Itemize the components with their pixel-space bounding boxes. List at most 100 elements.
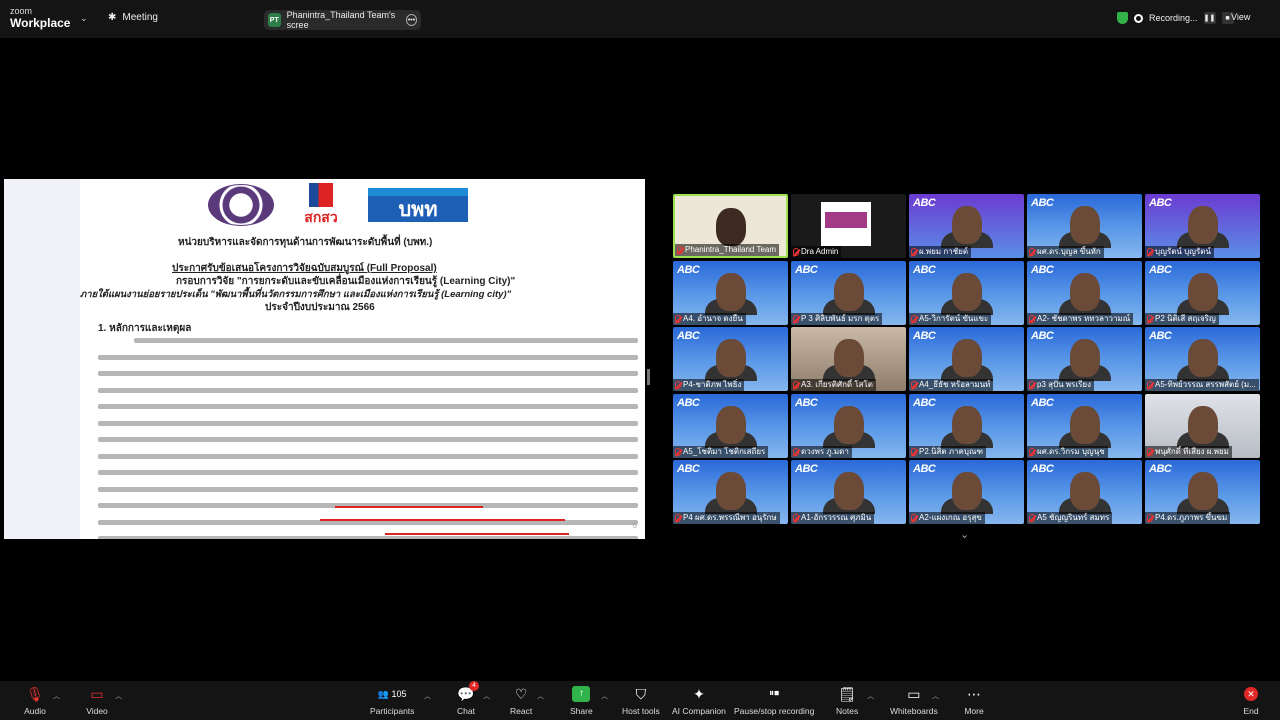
chevron-up-icon[interactable]: ︿	[867, 691, 874, 701]
participant-tile[interactable]: ABC ดวงพร ภู.มดา	[791, 393, 906, 458]
chevron-up-icon[interactable]: ︿	[537, 691, 544, 701]
participant-face	[1069, 472, 1100, 510]
participant-name-tag: P4 ผศ.ดร.พรรณีพา อนุรักษ	[673, 512, 780, 524]
participant-name-tag: Phanintra_Thailand Team	[675, 244, 780, 256]
participants-button[interactable]: 👥 105 Participants	[370, 684, 414, 716]
participant-tile[interactable]: พนุศักดิ์ ทีเสียง ผ.พยม	[1145, 393, 1260, 458]
participant-tile[interactable]: ABC ผศ.ดร.บุญล ขึ้นหัก	[1027, 194, 1142, 258]
participant-tile[interactable]: ABC A4_ธีธัช หร้อลามนท์	[909, 327, 1024, 391]
participant-video	[715, 208, 746, 246]
view-button[interactable]: View	[1231, 12, 1250, 22]
meeting-info[interactable]: ✱ Meeting	[108, 12, 158, 23]
share-button[interactable]: ↑ Share	[570, 684, 593, 716]
abc-logo: ABC	[1031, 463, 1054, 475]
microphone-muted-icon	[677, 246, 683, 254]
abc-logo: ABC	[1031, 197, 1054, 209]
participant-face	[1069, 272, 1100, 311]
more-options-icon[interactable]: •••	[406, 14, 417, 26]
participant-name: P4 ผศ.ดร.พรรณีพา อนุรักษ	[683, 513, 777, 522]
participant-face	[1069, 339, 1100, 377]
meeting-toolbar: 🎙 Audio ︿ ▭ Video ︿ 👥 105 Participants ︿…	[0, 681, 1280, 720]
abc-logo: ABC	[1149, 263, 1172, 276]
abc-logo: ABC	[913, 197, 936, 209]
end-call-icon: ✕	[1240, 684, 1262, 704]
chevron-up-icon[interactable]: ︿	[483, 691, 490, 701]
participant-tile[interactable]: ABC P4 ผศ.ดร.พรรณีพา อนุรักษ	[673, 460, 788, 524]
participant-tile[interactable]: ABC p3 สุปัน พรเรียง	[1027, 327, 1142, 391]
chevron-up-icon[interactable]: ︿	[115, 691, 122, 701]
more-button[interactable]: ⋯ More	[963, 684, 985, 716]
react-button[interactable]: ♡ React	[510, 684, 532, 716]
participant-face	[1187, 472, 1218, 510]
participant-name: Phanintra_Thailand Team	[685, 245, 777, 254]
host-tools-button[interactable]: ⛉ Host tools	[622, 684, 660, 716]
abc-logo: ABC	[795, 263, 818, 276]
resize-handle[interactable]	[647, 369, 650, 385]
participant-tile[interactable]: A3. เกียรติศักดิ์ โสโต	[791, 327, 906, 391]
chat-button[interactable]: 💬 4 Chat	[455, 681, 479, 716]
notes-icon: 🗒	[838, 686, 856, 702]
participant-tile[interactable]: ABC A2-แผงเกณ อรุสุข	[909, 460, 1024, 524]
pmu-logo: บพท	[368, 188, 468, 222]
participant-tile[interactable]: ABC P2 นิติเสี สฤเจริญ	[1145, 260, 1260, 325]
abc-logo: ABC	[913, 330, 936, 342]
abc-logo: ABC	[1149, 330, 1172, 342]
participant-tile[interactable]: ABC ผศ.ดร.วิกรม บุญนุช	[1027, 393, 1142, 458]
participant-tile[interactable]: Phanintra_Thailand Team	[673, 194, 788, 258]
participant-face	[1187, 405, 1218, 444]
pause-recording-icon[interactable]: ❚❚	[1203, 12, 1216, 24]
abc-logo: ABC	[677, 396, 700, 409]
recording-label: Recording...	[1149, 13, 1198, 23]
abc-logo: ABC	[677, 263, 700, 276]
participant-tile[interactable]: ABC A1-อักรวรรณ ศุภมิน	[791, 460, 906, 524]
chevron-down-icon[interactable]: ⌄	[80, 13, 88, 24]
whiteboards-label: Whiteboards	[890, 706, 938, 716]
microphone-muted-icon	[675, 514, 681, 522]
chevron-up-icon[interactable]: ︿	[424, 691, 431, 701]
recording-icon	[1134, 13, 1143, 23]
participant-tile[interactable]: Dra Admin	[791, 194, 906, 258]
annotation-underline	[335, 506, 483, 508]
chevron-down-icon[interactable]: ⌄	[960, 528, 969, 541]
participant-name-tag: บุญรัตน์ บุญรัตน์	[1145, 246, 1214, 258]
recording-indicator: Recording... ❚❚ ■	[1117, 12, 1234, 24]
audio-button[interactable]: 🎙 Audio	[24, 684, 46, 716]
notes-button[interactable]: 🗒 Notes	[836, 684, 858, 716]
chevron-up-icon[interactable]: ︿	[932, 691, 939, 701]
chevron-up-icon[interactable]: ︿	[53, 691, 60, 701]
participant-tile[interactable]: ABC P4-ชาติภพ ไพธิ่ง	[673, 327, 788, 391]
participant-tile[interactable]: ABC P4.ดร.ภูภาพร ขึ้นขม	[1145, 460, 1260, 524]
participant-tile[interactable]: ABC บุญรัตน์ บุญรัตน์	[1145, 194, 1260, 258]
microphone-muted-icon	[1147, 314, 1153, 323]
shared-screen: สกสว บพท หน่วยบริหารและจัดการทุนด้านการพ…	[4, 179, 645, 539]
chat-label: Chat	[457, 706, 475, 716]
participant-tile[interactable]: ABC A5-ทิพย์วรรณ สรรพสัตย์ (ม...	[1145, 327, 1260, 391]
microphone-muted-icon	[793, 514, 799, 522]
chevron-up-icon[interactable]: ︿	[601, 691, 608, 701]
participant-tile[interactable]: ABC A4. อำนาจ ดงยืน	[673, 260, 788, 325]
participant-name-tag: ผศ.ดร.บุญล ขึ้นหัก	[1027, 246, 1104, 258]
participant-tile[interactable]: ABC A5-วิการัตน์ ขันแขะ	[909, 260, 1024, 325]
participant-tile[interactable]: ABC ผ.พยม กาชัยต์	[909, 194, 1024, 258]
ai-companion-button[interactable]: ✦ AI Companion	[672, 684, 726, 716]
pause-recording-button[interactable]: ⏸⏹ Pause/stop recording	[734, 684, 814, 716]
microphone-muted-icon	[1029, 514, 1035, 522]
participant-tile[interactable]: ABC P2.นิสิต ภาคบุณฑ	[909, 393, 1024, 458]
participant-tile[interactable]: ABC A2- ชัชดาพร หทวลาวามณ์	[1027, 260, 1142, 325]
screen-share-indicator[interactable]: PT Phanintra_Thailand Team's scree •••	[264, 10, 421, 30]
participant-tile[interactable]: ABC A5 ชัญญรินทร์ สมทร	[1027, 460, 1142, 524]
whiteboards-button[interactable]: ▭ Whiteboards	[890, 684, 938, 716]
document-title: ประกาศรับข้อเสนอโครงการวิจัยฉบับสมบูรณ์ …	[172, 263, 437, 274]
video-off-icon: ▭	[90, 686, 104, 702]
participants-icon: 👥 105	[377, 688, 407, 699]
end-label: End	[1243, 706, 1259, 716]
participant-name: ผศ.ดร.วิกรม บุญนุช	[1037, 446, 1105, 456]
participant-name: ผศ.ดร.บุญล ขึ้นหัก	[1037, 247, 1101, 256]
video-button[interactable]: ▭ Video	[86, 684, 108, 716]
participant-tile[interactable]: ABC P 3 ศิลิบพันธ์ มรก ดุตร	[791, 260, 906, 325]
microphone-muted-icon	[675, 314, 681, 323]
participant-tile[interactable]: ABC A5_โชติมา โชติกเสถียร	[673, 393, 788, 458]
microphone-muted-icon	[1029, 381, 1035, 389]
end-button[interactable]: ✕ End	[1240, 684, 1262, 716]
participant-name: A4_ธีธัช หร้อลามนท์	[919, 380, 991, 389]
